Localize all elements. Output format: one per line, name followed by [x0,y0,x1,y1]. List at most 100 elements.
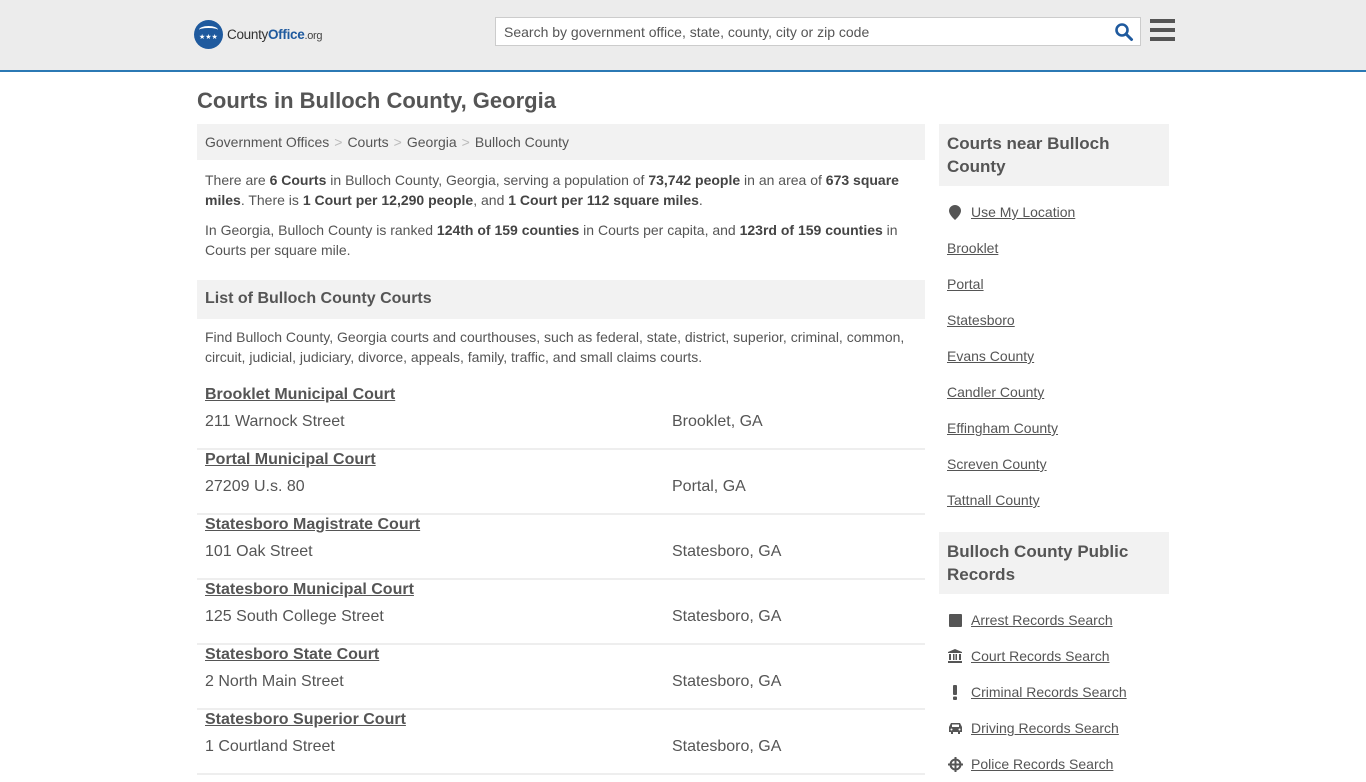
nearby-item: Tattnall County [947,482,1161,518]
nearby-link-evans-county[interactable]: Evans County [947,348,1034,364]
nearby-link-portal[interactable]: Portal [947,276,984,292]
highlighted-stat: 124th of 159 counties [436,222,580,238]
breadcrumb: Government Offices > Courts > Georgia > Bulloc… [197,124,925,160]
logo-text: CountyOffice.org [227,27,323,42]
sidebar: Courts near Bulloch County Use My Locati… [939,124,1169,782]
intro-stats-paragraph: There are 6 Courts in Bulloch County, Ge… [197,170,925,210]
nearby-item: Brooklet [947,230,1161,266]
nearby-courts-list: Use My Location Brooklet Portal Statesbo… [939,186,1169,518]
court-name-link[interactable]: Statesboro State Court [205,646,379,664]
search-bar [495,17,1141,46]
records-item: Driving Records Search [947,710,1161,746]
breadcrumb-bulloch-county[interactable]: Bulloch County [475,134,569,150]
highlighted-stat: 6 Courts [269,172,327,188]
main-content: Government Offices > Courts > Georgia > Bulloc… [197,124,925,775]
exclamation-icon [947,684,963,700]
eagle-badge-icon: ★★★ [194,20,223,49]
court-row: Statesboro State Court 2 North Main Stre… [197,645,925,710]
text-segment: There are [205,172,270,188]
breadcrumb-georgia[interactable]: Georgia [407,134,457,150]
nearby-item: Effingham County [947,410,1161,446]
site-header: ★★★ CountyOffice.org [0,0,1366,72]
court-city: Portal, GA [672,478,746,495]
square-icon [947,613,963,627]
nearby-item: Statesboro [947,302,1161,338]
search-icon [1115,23,1133,41]
court-address: 1 Courtland Street [205,738,335,755]
text-segment: . [698,192,703,208]
court-name-link[interactable]: Brooklet Municipal Court [205,386,395,404]
courts-list-description: Find Bulloch County, Georgia courts and … [205,329,905,365]
text-segment: in an area of [740,172,826,188]
criminal-records-link[interactable]: Criminal Records Search [971,684,1127,700]
nearby-link-screven-county[interactable]: Screven County [947,456,1047,472]
court-name-link[interactable]: Statesboro Superior Court [205,711,406,729]
court-row: Statesboro Municipal Court 125 South Col… [197,580,925,645]
search-button[interactable] [1114,22,1134,42]
nearby-courts-heading: Courts near Bulloch County [939,124,1169,186]
nearby-link-brooklet[interactable]: Brooklet [947,240,998,256]
nearby-link-tattnall-county[interactable]: Tattnall County [947,492,1040,508]
intro-ranking-paragraph: In Georgia, Bulloch County is ranked 124… [197,220,925,260]
breadcrumb-government-offices[interactable]: Government Offices [205,134,329,150]
search-input[interactable] [496,18,1096,45]
text-segment: . There is [240,192,303,208]
highlighted-stat: 73,742 people [648,172,741,188]
court-row: Statesboro Superior Court 1 Courtland St… [197,710,925,775]
intro-section: There are 6 Courts in Bulloch County, Ge… [197,170,925,260]
records-item: Criminal Records Search [947,674,1161,710]
text-segment: In Georgia, Bulloch County is ranked [205,222,437,238]
nearby-item: Candler County [947,374,1161,410]
site-logo[interactable]: ★★★ CountyOffice.org [194,20,323,49]
nearby-link-statesboro[interactable]: Statesboro [947,312,1015,328]
highlighted-stat: 1 Court per 12,290 people [302,192,474,208]
use-location-item: Use My Location [947,194,1161,230]
court-row: Statesboro Magistrate Court 101 Oak Stre… [197,515,925,580]
court-list: Brooklet Municipal Court 211 Warnock Str… [197,385,925,775]
arrest-records-link[interactable]: Arrest Records Search [971,612,1113,628]
text-segment: in Bulloch County, Georgia, serving a po… [326,172,649,188]
nearby-link-effingham-county[interactable]: Effingham County [947,420,1058,436]
court-address: 211 Warnock Street [205,413,345,430]
police-records-link[interactable]: Police Records Search [971,756,1113,772]
breadcrumb-courts[interactable]: Courts [347,134,388,150]
breadcrumb-separator: > [393,134,402,150]
nearby-item: Screven County [947,446,1161,482]
courthouse-icon [947,649,963,663]
crosshair-icon [947,756,963,772]
menu-bar [1150,37,1175,41]
nearby-item: Portal [947,266,1161,302]
court-address: 27209 U.s. 80 [205,478,305,495]
breadcrumb-separator: > [461,134,470,150]
courts-list-heading: List of Bulloch County Courts [197,280,925,319]
public-records-list: Arrest Records Search Court Records Sear… [939,594,1169,782]
court-name-link[interactable]: Statesboro Municipal Court [205,581,414,599]
highlighted-stat: 123rd of 159 counties [739,222,883,238]
court-name-link[interactable]: Statesboro Magistrate Court [205,516,420,534]
public-records-heading: Bulloch County Public Records [939,532,1169,594]
court-city: Statesboro, GA [672,543,782,560]
court-city: Statesboro, GA [672,608,782,625]
use-my-location-link[interactable]: Use My Location [971,204,1075,220]
court-address: 125 South College Street [205,608,384,625]
records-item: Police Records Search [947,746,1161,782]
driving-records-link[interactable]: Driving Records Search [971,720,1119,736]
court-name-link[interactable]: Portal Municipal Court [205,451,376,469]
map-pin-icon [947,204,963,220]
nearby-link-candler-county[interactable]: Candler County [947,384,1044,400]
records-item: Court Records Search [947,638,1161,674]
text-segment: , and [473,192,509,208]
page-title: Courts in Bulloch County, Georgia [197,88,556,113]
court-city: Statesboro, GA [672,673,782,690]
court-city: Statesboro, GA [672,738,782,755]
nearby-item: Evans County [947,338,1161,374]
menu-bar [1150,28,1175,32]
menu-bar [1150,19,1175,23]
court-records-link[interactable]: Court Records Search [971,648,1110,664]
hamburger-menu-button[interactable] [1150,19,1175,41]
records-item: Arrest Records Search [947,602,1161,638]
text-segment: in Courts per capita, and [579,222,740,238]
court-city: Brooklet, GA [672,413,763,430]
court-address: 101 Oak Street [205,543,313,560]
highlighted-stat: 1 Court per 112 square miles [508,192,699,208]
